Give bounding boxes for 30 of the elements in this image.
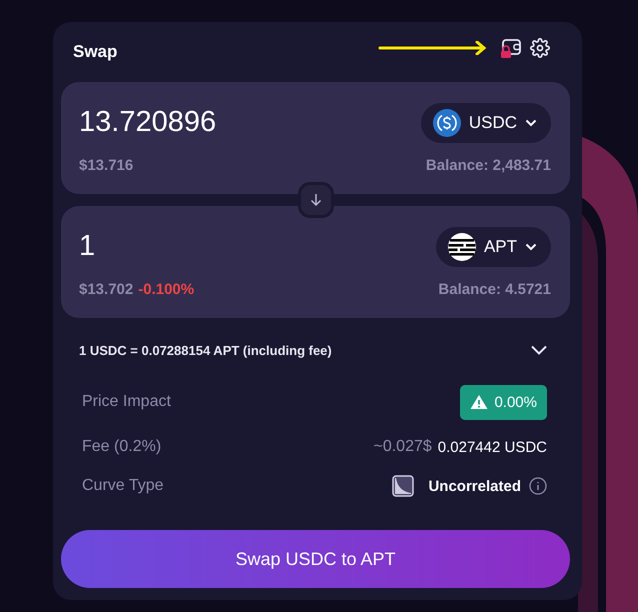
usd-value: $13.702 — [79, 280, 134, 298]
price-change: -0.100% — [138, 280, 194, 298]
coin-icon — [432, 108, 461, 136]
balance-text: Balance: 2,483.71 — [426, 156, 551, 174]
curve-icon — [392, 475, 414, 497]
swap-button[interactable]: Swap USDC to APT — [61, 530, 570, 588]
amount-field[interactable]: 13.720896 — [79, 106, 216, 139]
balance-text: Balance: 4.5721 — [438, 280, 551, 298]
detail-label: Fee (0.2%) — [82, 438, 162, 456]
fee-usd: ~0.027$ — [373, 438, 432, 456]
chevron-icon — [525, 118, 537, 126]
info-icon[interactable] — [529, 477, 547, 495]
coin-icon — [448, 232, 476, 260]
settings-icon[interactable] — [530, 38, 550, 58]
card-title: Swap — [73, 42, 118, 62]
token-selector[interactable]: APT — [436, 226, 551, 266]
chevron-icon — [525, 242, 537, 250]
usd-value: $13.716 — [79, 156, 134, 174]
token-selector[interactable]: USDC — [420, 102, 551, 142]
price-impact-badge: 0.00% — [460, 384, 547, 420]
arrow-down-icon — [310, 193, 322, 207]
amount-field[interactable]: 1 — [79, 230, 96, 263]
exchange-rate: 1 USDC = 0.07288154 APT (including fee) — [79, 342, 332, 358]
fee-amount: 0.027442 USDC — [438, 438, 547, 456]
detail-label: Curve Type — [82, 477, 164, 495]
wallet-lock-icon[interactable] — [500, 38, 522, 58]
detail-label: Price Impact — [82, 393, 171, 411]
swap-direction-button[interactable] — [298, 182, 334, 218]
curve-type: Uncorrelated — [428, 478, 521, 494]
chevron-icon[interactable] — [530, 344, 548, 356]
